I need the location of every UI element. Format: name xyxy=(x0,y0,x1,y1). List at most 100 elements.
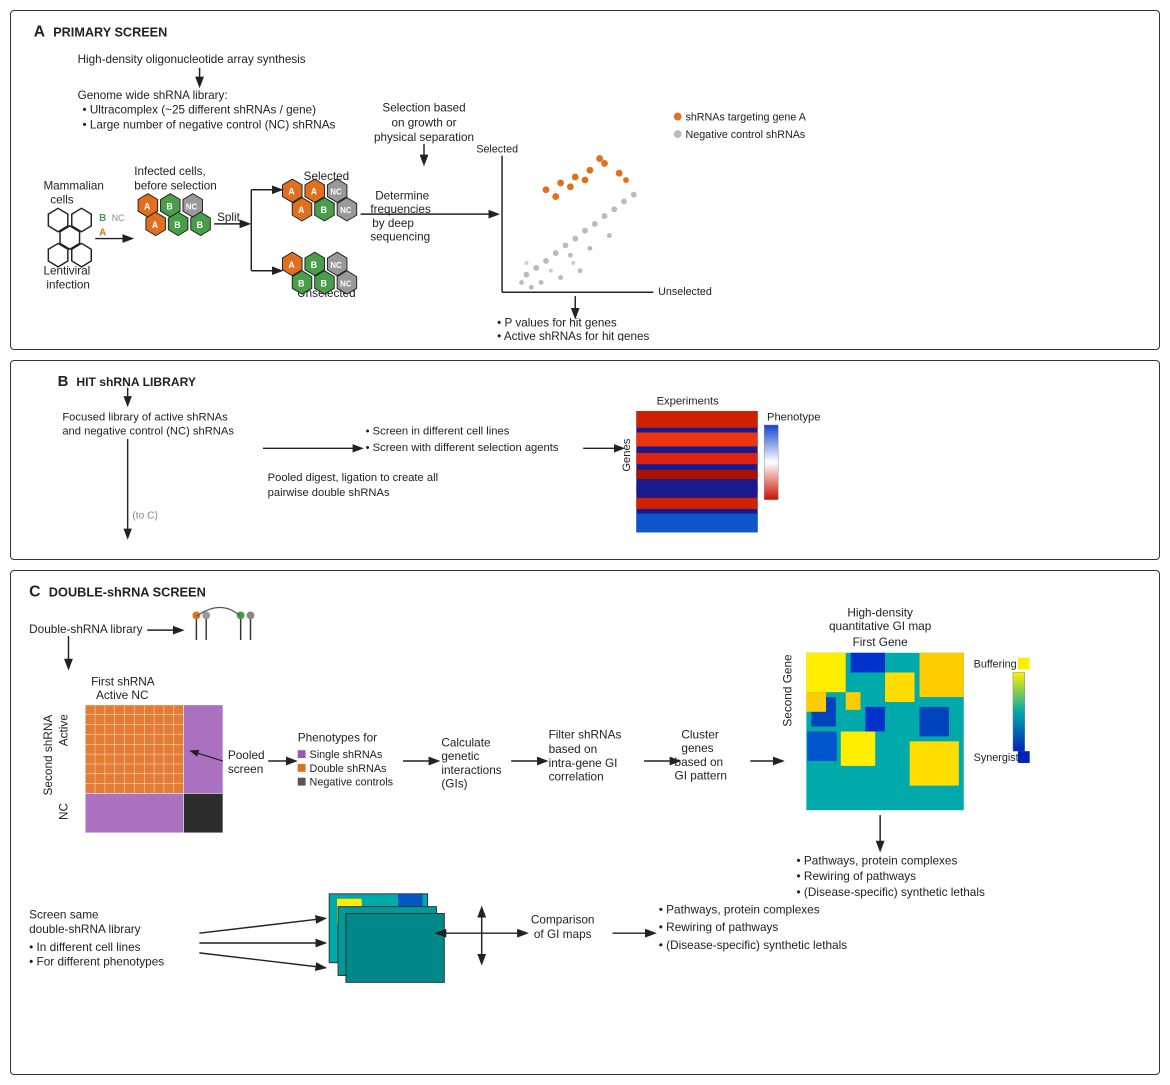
svg-text:physical separation: physical separation xyxy=(374,131,474,144)
svg-text:C: C xyxy=(29,584,40,601)
svg-text:• Ultracomplex (~25 different: • Ultracomplex (~25 different shRNAs / g… xyxy=(82,104,316,117)
svg-text:B: B xyxy=(321,205,327,215)
svg-text:Selection based: Selection based xyxy=(382,102,465,115)
svg-text:High-density oligonucleotide a: High-density oligonucleotide array synth… xyxy=(78,53,306,66)
svg-text:A: A xyxy=(298,205,305,215)
svg-text:Second shRNA: Second shRNA xyxy=(41,715,55,796)
svg-text:A: A xyxy=(144,201,151,211)
svg-text:• Rewiring of pathways: • Rewiring of pathways xyxy=(797,869,917,883)
section-c: C DOUBLE-shRNA SCREEN Double-shRNA libra… xyxy=(10,570,1160,1075)
svg-text:GI pattern: GI pattern xyxy=(675,769,727,783)
svg-text:Infected cells,: Infected cells, xyxy=(134,165,205,178)
svg-text:double-shRNA library: double-shRNA library xyxy=(29,922,141,936)
svg-text:Negative control shRNAs: Negative control shRNAs xyxy=(686,129,806,141)
svg-text:interactions: interactions xyxy=(441,763,501,777)
svg-text:pairwise double shRNAs: pairwise double shRNAs xyxy=(268,487,390,499)
svg-text:Pooled digest, ligation to cre: Pooled digest, ligation to create all xyxy=(268,472,438,484)
svg-text:Active: Active xyxy=(57,714,71,747)
svg-text:• Active shRNAs for hit genes: • Active shRNAs for hit genes xyxy=(497,330,649,341)
svg-text:Second Gene: Second Gene xyxy=(781,654,795,727)
svg-text:NC: NC xyxy=(340,206,352,215)
svg-text:• Pathways, protein complexes: • Pathways, protein complexes xyxy=(797,853,958,867)
svg-text:before selection: before selection xyxy=(134,180,217,193)
svg-text:First Gene: First Gene xyxy=(853,635,909,649)
svg-text:• Large number of negative con: • Large number of negative control (NC) … xyxy=(82,118,335,131)
svg-text:and negative control (NC) shRN: and negative control (NC) shRNAs xyxy=(62,425,234,437)
svg-text:Lentiviral: Lentiviral xyxy=(43,265,90,278)
svg-text:High-density: High-density xyxy=(847,605,913,619)
svg-text:based on: based on xyxy=(549,742,598,756)
svg-text:B: B xyxy=(298,278,304,288)
svg-text:First shRNA: First shRNA xyxy=(91,674,155,688)
svg-text:based on: based on xyxy=(675,755,724,769)
svg-text:Experiments: Experiments xyxy=(657,395,720,407)
svg-text:screen: screen xyxy=(228,762,263,776)
svg-text:Single shRNAs: Single shRNAs xyxy=(310,749,383,761)
svg-text:shRNAs targeting gene A: shRNAs targeting gene A xyxy=(686,111,807,123)
svg-text:intra-gene GI: intra-gene GI xyxy=(549,756,618,770)
svg-text:cells: cells xyxy=(50,193,74,206)
svg-text:B: B xyxy=(99,213,106,224)
svg-text:on growth or: on growth or xyxy=(392,116,457,129)
svg-text:• Screen with different select: • Screen with different selection agents xyxy=(366,442,559,454)
svg-text:• In different cell lines: • In different cell lines xyxy=(29,940,141,954)
svg-text:Negative controls: Negative controls xyxy=(310,777,394,789)
svg-text:Calculate: Calculate xyxy=(441,735,491,749)
svg-text:Focused library of active shRN: Focused library of active shRNAs xyxy=(62,411,228,423)
svg-text:of GI maps: of GI maps xyxy=(534,927,592,941)
svg-text:Comparison: Comparison xyxy=(531,912,595,926)
svg-text:PRIMARY SCREEN: PRIMARY SCREEN xyxy=(53,26,167,40)
svg-text:Screen same: Screen same xyxy=(29,907,99,921)
svg-text:Cluster: Cluster xyxy=(681,727,718,741)
svg-text:Phenotype: Phenotype xyxy=(767,411,821,423)
svg-text:Determine: Determine xyxy=(375,190,429,203)
svg-text:Mammalian: Mammalian xyxy=(43,180,103,193)
svg-text:Pooled: Pooled xyxy=(228,748,265,762)
svg-text:• Screen in different cell lin: • Screen in different cell lines xyxy=(366,425,510,437)
main-container: A PRIMARY SCREEN High-density oligonucle… xyxy=(0,0,1170,1085)
svg-text:B: B xyxy=(166,201,172,211)
svg-text:(to C): (to C) xyxy=(132,510,158,521)
svg-text:quantitative GI map: quantitative GI map xyxy=(829,619,932,633)
svg-text:Active NC: Active NC xyxy=(96,688,149,702)
svg-text:• Rewiring of pathways: • Rewiring of pathways xyxy=(659,920,779,934)
svg-text:genes: genes xyxy=(681,741,713,755)
section-a: A PRIMARY SCREEN High-density oligonucle… xyxy=(10,10,1160,350)
svg-text:Selected: Selected xyxy=(476,144,518,156)
svg-text:Double-shRNA library: Double-shRNA library xyxy=(29,622,143,636)
svg-text:Unselected: Unselected xyxy=(658,286,712,298)
svg-text:infection: infection xyxy=(46,278,90,291)
svg-text:B: B xyxy=(58,373,69,390)
svg-text:NC: NC xyxy=(112,213,125,223)
svg-text:A: A xyxy=(311,187,318,197)
svg-text:B: B xyxy=(321,278,327,288)
svg-text:B: B xyxy=(197,220,203,230)
section-b: B HIT shRNA LIBRARY Focused library of a… xyxy=(10,360,1160,560)
svg-text:HIT shRNA LIBRARY: HIT shRNA LIBRARY xyxy=(76,375,196,389)
svg-text:(GIs): (GIs) xyxy=(441,777,467,791)
svg-text:correlation: correlation xyxy=(549,770,604,784)
svg-text:• For different phenotypes: • For different phenotypes xyxy=(29,955,164,969)
svg-text:• (Disease-specific) synthetic: • (Disease-specific) synthetic lethals xyxy=(659,938,847,952)
svg-text:• (Disease-specific) synthetic: • (Disease-specific) synthetic lethals xyxy=(797,885,985,899)
svg-text:by deep: by deep xyxy=(372,217,414,230)
svg-text:A: A xyxy=(288,260,295,270)
svg-text:Genome wide shRNA library:: Genome wide shRNA library: xyxy=(78,89,228,102)
svg-text:DOUBLE-shRNA SCREEN: DOUBLE-shRNA SCREEN xyxy=(49,585,206,600)
svg-text:NC: NC xyxy=(330,261,342,270)
svg-text:A: A xyxy=(152,220,159,230)
svg-text:A: A xyxy=(99,228,106,239)
svg-text:NC: NC xyxy=(340,279,352,288)
svg-text:A: A xyxy=(34,24,45,41)
svg-text:frequencies: frequencies xyxy=(370,203,431,216)
svg-text:Genes: Genes xyxy=(621,438,633,471)
svg-text:NC: NC xyxy=(330,188,342,197)
svg-text:NC: NC xyxy=(186,202,198,211)
svg-text:• Pathways, protein complexes: • Pathways, protein complexes xyxy=(659,903,820,917)
svg-text:Filter shRNAs: Filter shRNAs xyxy=(549,727,622,741)
svg-text:Phenotypes for: Phenotypes for xyxy=(298,730,377,744)
svg-text:Split: Split xyxy=(217,211,240,224)
svg-text:A: A xyxy=(288,187,295,197)
svg-text:Buffering: Buffering xyxy=(974,659,1017,671)
svg-text:• P values for hit genes: • P values for hit genes xyxy=(497,316,617,329)
